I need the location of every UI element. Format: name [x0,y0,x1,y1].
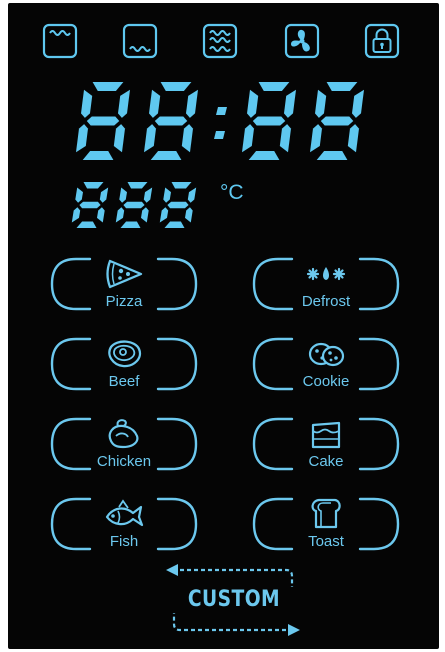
chicken-label: Chicken [96,453,152,470]
cookie-icon [308,342,345,367]
cake-icon [311,421,341,449]
segment-d [76,221,97,228]
segment-d [120,221,141,228]
segment-c [185,207,193,223]
segment-g [320,116,354,126]
segment-f [119,187,127,203]
segment-f [81,89,93,118]
cookie-label: Cookie [302,373,350,390]
beef-label: Beef [108,373,140,390]
chicken-button[interactable]: Chicken [46,413,202,475]
segment-a [326,82,358,91]
temp-digit [158,181,198,229]
bottom-heat-icon[interactable] [122,23,158,59]
clock-separator [212,101,232,151]
segment-c [97,207,105,223]
segment-e [115,207,125,223]
segment-e [159,207,169,223]
segment-b [187,187,197,203]
segment-d [316,151,348,160]
segment-f [75,187,83,203]
pizza-icon [106,259,143,289]
segment-d [82,151,114,160]
segment-c [141,207,149,223]
chicken-icon [108,419,139,449]
oven-control-panel: °C Pizza Defrost Beef Cookie Chicken Cak… [8,3,439,649]
segment-c [347,124,359,153]
toast-button[interactable]: Toast [248,493,404,555]
segment-g [154,116,188,126]
segment-a [92,82,124,91]
lock-icon[interactable] [364,23,400,59]
segment-c [113,124,125,153]
clock-digit [142,81,200,161]
segment-e [71,207,81,223]
segment-a [171,182,192,189]
segment-b [186,89,198,118]
clock-digit [240,81,298,161]
segment-g [79,201,101,209]
clock-digit [74,81,132,161]
cake-label: Cake [308,453,344,470]
beef-button[interactable]: Beef [46,333,202,395]
segment-d [150,151,182,160]
fish-label: Fish [109,533,139,550]
segment-f [315,89,327,118]
segment-c [279,124,291,153]
cookie-button[interactable]: Cookie [248,333,404,395]
fan-icon[interactable] [284,23,320,59]
segment-e [242,124,254,153]
segment-g [167,201,189,209]
segment-a [127,182,148,189]
segment-b [99,187,109,203]
pizza-button[interactable]: Pizza [46,253,202,315]
segment-g [252,116,286,126]
segment-f [163,187,171,203]
segment-b [143,187,153,203]
pizza-label: Pizza [105,293,143,310]
segment-d [164,221,185,228]
temp-digit [114,181,154,229]
fish-button[interactable]: Fish [46,493,202,555]
segment-f [247,89,259,118]
custom-button[interactable]: CUSTOM [158,561,308,643]
segment-g [123,201,145,209]
segment-e [144,124,156,153]
segment-a [258,82,290,91]
temp-digit [70,181,110,229]
fish-icon [105,499,144,527]
beef-icon [108,340,142,368]
toast-icon [311,498,341,529]
defrost-button[interactable]: Defrost [248,253,404,315]
segment-b [352,89,364,118]
segment-d [248,151,280,160]
segment-a [83,182,104,189]
top-bottom-heat-icon[interactable] [202,23,238,59]
segment-b [284,89,296,118]
custom-label: CUSTOM [187,587,281,612]
defrost-label: Defrost [301,293,351,310]
top-heat-icon[interactable] [42,23,78,59]
defrost-icon [306,267,346,281]
segment-f [149,89,161,118]
clock-digit [308,81,366,161]
segment-b [118,89,130,118]
segment-a [160,82,192,91]
segment-g [86,116,120,126]
temperature-unit: °C [220,181,244,204]
segment-c [181,124,193,153]
segment-e [76,124,88,153]
cake-button[interactable]: Cake [248,413,404,475]
toast-label: Toast [308,533,344,550]
segment-e [310,124,322,153]
